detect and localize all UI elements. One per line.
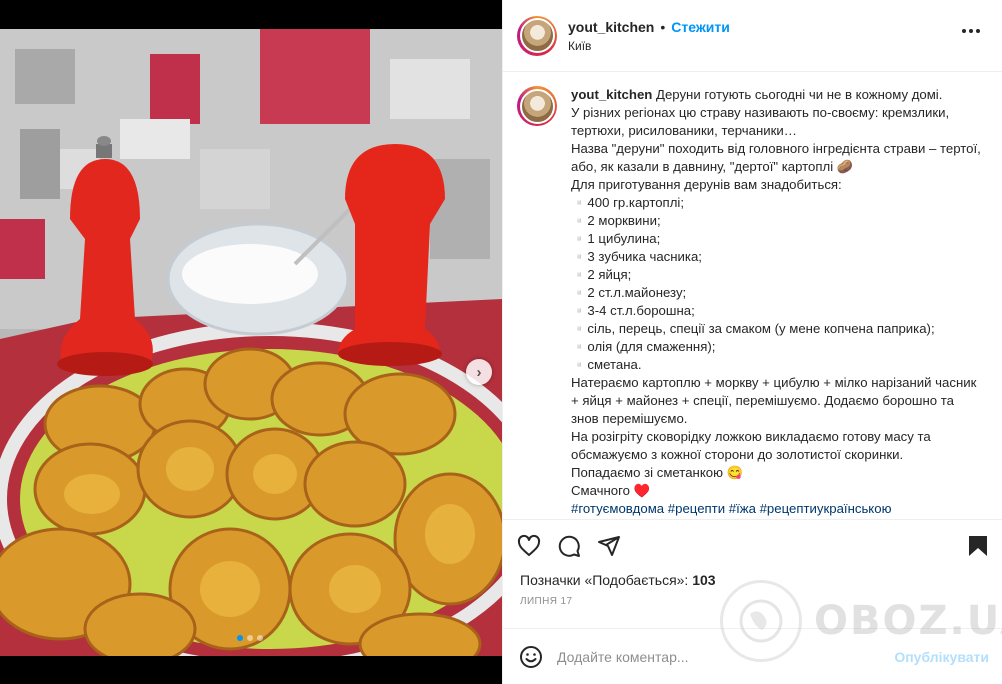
share-icon[interactable] [597, 534, 621, 558]
comment-input[interactable] [557, 648, 895, 665]
location-link[interactable]: Київ [568, 39, 730, 53]
avatar-image [519, 18, 555, 53]
caption-area: yout_kitchen Деруни готують сьогодні чи … [503, 72, 1002, 520]
food-image [0, 29, 502, 656]
separator-dot: • [660, 18, 666, 35]
heart-icon[interactable] [517, 534, 541, 558]
comment-icon[interactable] [557, 534, 581, 558]
action-bar [503, 520, 1002, 572]
post-header: yout_kitchen • Стежити Київ [503, 0, 1002, 72]
caption-username[interactable]: yout_kitchen [571, 87, 652, 102]
caption-text: Деруни готують сьогодні чи не в кожному … [571, 87, 981, 498]
comment-box: Опублікувати [503, 628, 1002, 684]
avatar[interactable] [517, 15, 557, 56]
carousel-dot [247, 635, 253, 641]
header-text: yout_kitchen • Стежити Київ [568, 19, 730, 53]
hashtag-link[interactable]: #їжа [729, 501, 756, 516]
carousel-dot [237, 635, 243, 641]
more-options-icon[interactable] [962, 29, 980, 33]
bookmark-icon[interactable] [968, 535, 988, 557]
post-date: ЛИПНЯ 17 [520, 596, 573, 607]
post-photo[interactable]: › [0, 29, 502, 656]
username-link[interactable]: yout_kitchen [568, 19, 654, 35]
chevron-right-icon[interactable]: › [466, 359, 492, 385]
likes-number: 103 [692, 572, 716, 588]
post-details-panel: yout_kitchen • Стежити Київ yout_kitchen… [502, 0, 1002, 684]
caption: yout_kitchen Деруни готують сьогодні чи … [571, 86, 981, 519]
publish-button[interactable]: Опублікувати [894, 649, 989, 665]
likes-count[interactable]: Позначки «Подобається»: 103 [503, 572, 1002, 590]
hashtags: #готуємовдома #рецепти #їжа #рецептиукра… [571, 501, 891, 516]
hashtag-link[interactable]: #рецепти [668, 501, 725, 516]
hashtag-link[interactable]: #рецептиукраїнською [760, 501, 892, 516]
hashtag-link[interactable]: #готуємовдома [571, 501, 664, 516]
carousel-indicator [237, 635, 263, 641]
header-top: yout_kitchen • Стежити [568, 19, 730, 35]
avatar-image [519, 88, 555, 124]
emoji-icon[interactable] [519, 645, 543, 669]
caption-avatar[interactable] [517, 86, 557, 126]
likes-label: Позначки «Подобається»: [520, 572, 689, 588]
follow-button[interactable]: Стежити [671, 19, 730, 35]
carousel-dot [257, 635, 263, 641]
